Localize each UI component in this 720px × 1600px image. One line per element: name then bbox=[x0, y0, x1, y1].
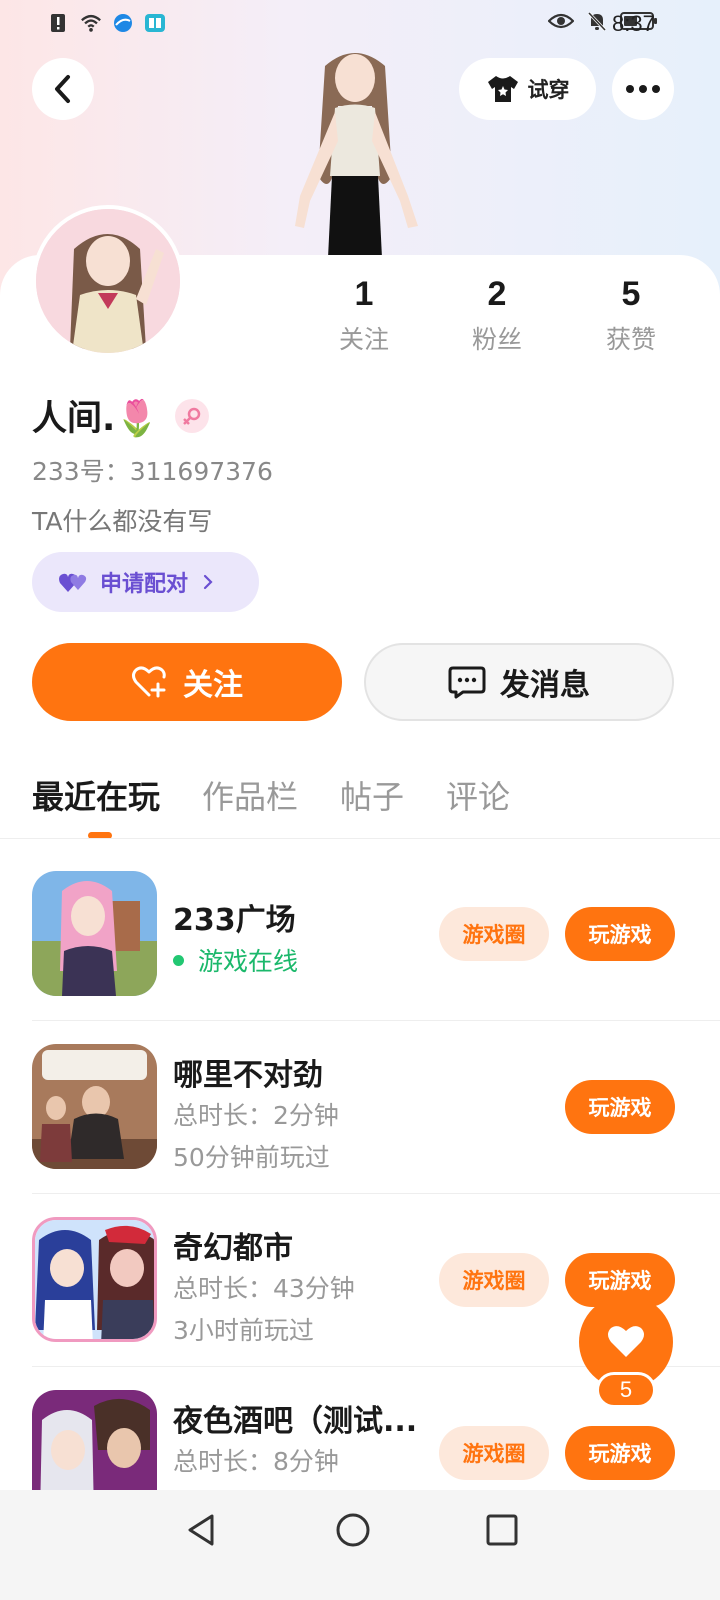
back-icon bbox=[55, 75, 70, 103]
user-id: 233号：311697376 bbox=[32, 457, 273, 486]
follow-label: 关注 bbox=[183, 668, 243, 703]
browser-icon bbox=[114, 14, 132, 32]
game-title: 233广场 bbox=[173, 903, 296, 938]
game-icon bbox=[32, 1044, 157, 1169]
book-app-icon bbox=[145, 14, 165, 32]
system-navigation-bar bbox=[0, 1490, 720, 1600]
nav-recents-icon[interactable] bbox=[482, 1510, 522, 1550]
game-duration: 总时长：2分钟 bbox=[173, 1101, 339, 1130]
bell-muted-icon bbox=[587, 11, 607, 32]
list-divider bbox=[32, 1020, 720, 1021]
heart-icon bbox=[608, 1326, 644, 1357]
play-game-button[interactable]: 玩游戏 bbox=[565, 1426, 675, 1480]
more-icon bbox=[626, 85, 660, 93]
stat-following-count: 1 bbox=[354, 275, 374, 313]
game-last-played: 3小时前玩过 bbox=[173, 1316, 314, 1345]
try-on-button[interactable]: 试穿 bbox=[459, 58, 596, 120]
eye-icon bbox=[548, 13, 574, 29]
tab-recent-played[interactable]: 最近在玩 bbox=[32, 772, 160, 828]
status-time: 8:37 bbox=[612, 11, 655, 36]
username: 人间.🌷 bbox=[32, 399, 159, 439]
game-icon bbox=[32, 1217, 157, 1342]
status-bar: 8:37 bbox=[0, 0, 720, 48]
wifi-icon bbox=[81, 14, 101, 32]
request-pair-button[interactable]: 申请配对 bbox=[32, 552, 259, 612]
game-circle-button[interactable]: 游戏圈 bbox=[439, 1426, 549, 1480]
tab-posts[interactable]: 帖子 bbox=[340, 772, 404, 828]
alert-icon bbox=[51, 14, 65, 32]
game-circle-button[interactable]: 游戏圈 bbox=[439, 907, 549, 961]
chevron-right-icon bbox=[203, 574, 213, 590]
game-icon bbox=[32, 871, 157, 996]
like-count-badge: 5 bbox=[596, 1372, 656, 1408]
play-game-button[interactable]: 玩游戏 bbox=[565, 907, 675, 961]
username-row: 人间.🌷 bbox=[32, 390, 209, 441]
game-online-status: 游戏在线 bbox=[173, 942, 298, 978]
nav-back-icon[interactable] bbox=[182, 1510, 222, 1550]
profile-tabs: 最近在玩 作品栏 帖子 评论 bbox=[32, 772, 552, 828]
game-online-label: 游戏在线 bbox=[198, 947, 299, 976]
female-gender-icon bbox=[174, 398, 209, 433]
avatar-character-figure[interactable] bbox=[280, 46, 430, 258]
send-message-label: 发消息 bbox=[500, 668, 590, 703]
list-item[interactable]: 奇幻都市 总时长：43分钟 3小时前玩过 游戏圈 玩游戏 bbox=[32, 1217, 675, 1390]
more-button[interactable] bbox=[612, 58, 674, 120]
user-bio: TA什么都没有写 bbox=[32, 507, 213, 536]
follow-button[interactable]: 关注 bbox=[32, 643, 342, 721]
tab-comments[interactable]: 评论 bbox=[446, 772, 510, 828]
tshirt-icon bbox=[487, 76, 518, 102]
tabs-divider bbox=[0, 838, 720, 839]
stat-fans[interactable]: 2 粉丝 bbox=[442, 272, 552, 356]
avatar[interactable] bbox=[32, 205, 184, 357]
stat-following[interactable]: 1 关注 bbox=[309, 272, 419, 356]
list-divider bbox=[32, 1193, 720, 1194]
game-title: 夜色酒吧（测试... bbox=[173, 1404, 418, 1439]
back-button[interactable] bbox=[32, 58, 94, 120]
stat-following-label: 关注 bbox=[338, 325, 389, 354]
play-game-button[interactable]: 玩游戏 bbox=[565, 1080, 675, 1134]
game-duration: 总时长：43分钟 bbox=[173, 1274, 355, 1303]
game-last-played: 50分钟前玩过 bbox=[173, 1143, 330, 1172]
online-dot-icon bbox=[173, 954, 184, 966]
double-heart-icon bbox=[59, 573, 87, 592]
request-pair-label: 申请配对 bbox=[100, 572, 189, 597]
try-on-label: 试穿 bbox=[527, 78, 570, 102]
stat-likes[interactable]: 5 获赞 bbox=[576, 272, 686, 356]
send-message-button[interactable]: 发消息 bbox=[364, 643, 674, 721]
game-circle-button[interactable]: 游戏圈 bbox=[439, 1253, 549, 1307]
heart-plus-icon bbox=[132, 666, 166, 698]
nav-home-icon[interactable] bbox=[333, 1510, 373, 1550]
game-duration: 总时长：8分钟 bbox=[173, 1447, 339, 1476]
list-item[interactable]: 233广场 游戏在线 游戏圈 玩游戏 bbox=[32, 871, 675, 1044]
game-title: 奇幻都市 bbox=[173, 1231, 293, 1266]
stat-likes-label: 获赞 bbox=[605, 325, 656, 354]
stat-fans-label: 粉丝 bbox=[471, 325, 522, 354]
stat-likes-count: 5 bbox=[621, 275, 641, 313]
game-title: 哪里不对劲 bbox=[173, 1058, 323, 1093]
tab-works[interactable]: 作品栏 bbox=[202, 772, 298, 828]
stat-fans-count: 2 bbox=[487, 275, 507, 313]
chat-icon bbox=[448, 666, 486, 699]
list-item[interactable]: 哪里不对劲 总时长：2分钟 50分钟前玩过 玩游戏 bbox=[32, 1044, 675, 1217]
